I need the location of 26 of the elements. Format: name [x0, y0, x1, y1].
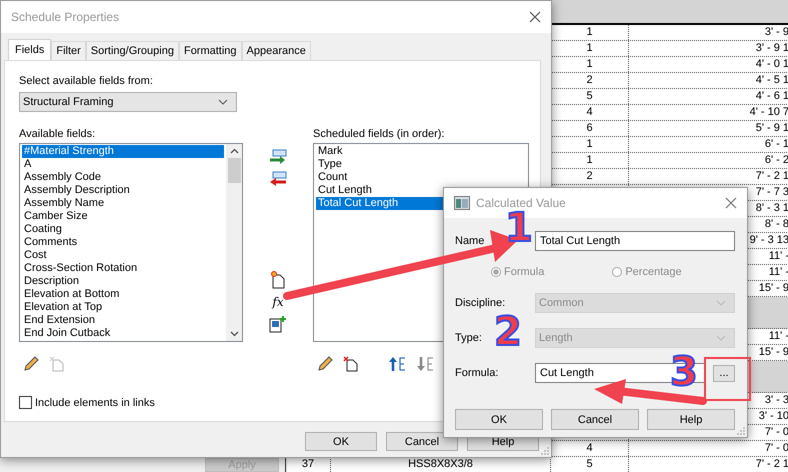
- table-cell: 37: [302, 458, 314, 470]
- checkbox-label: Include elements in links: [35, 396, 155, 408]
- table-cell: HSS8X8X3/8: [408, 458, 473, 470]
- table-cell: 1: [586, 154, 593, 166]
- field-label: Formula:: [455, 367, 500, 379]
- field-label: Name: [455, 235, 486, 247]
- table-cell: 2: [586, 74, 593, 86]
- table-cell: 5: [586, 458, 593, 470]
- table-cell: 6: [586, 122, 593, 134]
- radio-label: Formula: [504, 266, 544, 278]
- table-cell: 1: [586, 26, 593, 38]
- window-title: Schedule Properties: [11, 10, 120, 24]
- table-cell: 1: [586, 138, 593, 150]
- field-label: Select available fields from:: [19, 75, 154, 89]
- table-cell: 1: [586, 58, 593, 70]
- field-label: Scheduled fields (in order):: [313, 128, 446, 142]
- radio-label: Percentage: [625, 266, 682, 278]
- field-label: Discipline:: [455, 297, 506, 309]
- field-label: Type:: [455, 332, 483, 344]
- table-cell: 2: [586, 170, 593, 182]
- table-cell: 5: [586, 90, 593, 102]
- table-cell: 4: [586, 442, 593, 454]
- table-cell: 4: [586, 106, 593, 118]
- step-number: 2: [494, 310, 522, 354]
- field-label: Available fields:: [19, 128, 96, 142]
- table-cell: 1: [586, 42, 593, 54]
